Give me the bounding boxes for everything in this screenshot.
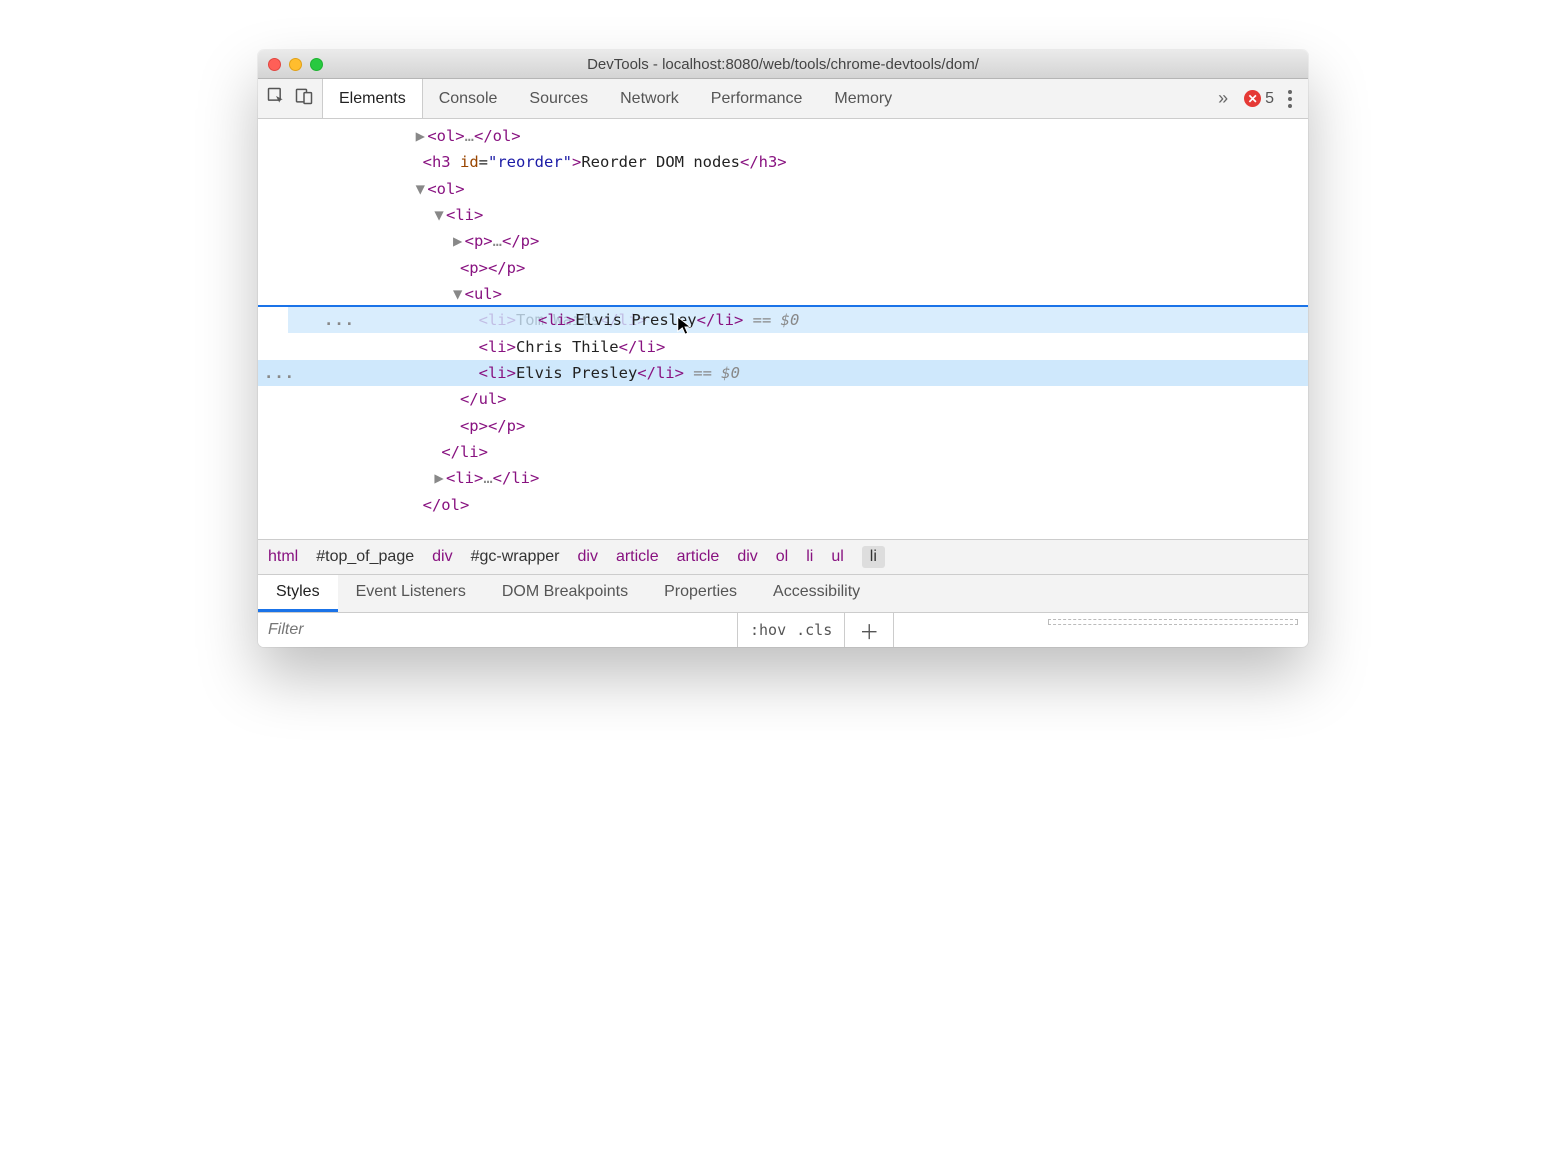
subtab-eventlisteners[interactable]: Event Listeners (338, 575, 484, 612)
tab-performance[interactable]: Performance (695, 79, 819, 118)
close-icon[interactable] (268, 58, 281, 71)
cls-toggle[interactable]: .cls (796, 621, 832, 639)
tree-line[interactable]: ▼<ul> (258, 281, 1308, 307)
dom-tree[interactable]: ▶<ol>…</ol> <h3 id="reorder">Reorder DOM… (258, 119, 1308, 539)
tree-line[interactable]: </li> (258, 439, 1308, 465)
crumb-html[interactable]: html (268, 548, 298, 566)
error-count: 5 (1265, 90, 1274, 108)
traffic-lights (268, 58, 323, 71)
tree-line[interactable]: <p></p> (258, 413, 1308, 439)
selected-node[interactable]: ... <li>Elvis Presley</li> == $0 (258, 360, 1308, 386)
tree-line[interactable]: <h3 id="reorder">Reorder DOM nodes</h3> (258, 149, 1308, 175)
toolbar-right: » ✕ 5 (1200, 79, 1308, 118)
toolbar-left (258, 79, 323, 118)
breadcrumb: html #top_of_page div #gc-wrapper div ar… (258, 539, 1308, 574)
overflow-icon[interactable]: » (1212, 88, 1234, 109)
box-model-pane (893, 613, 1308, 647)
styles-pane-tabs: Styles Event Listeners DOM Breakpoints P… (258, 574, 1308, 612)
minimize-icon[interactable] (289, 58, 302, 71)
crumb-div2[interactable]: div (578, 548, 598, 566)
tree-line[interactable]: ▶<li>…</li> (258, 465, 1308, 491)
tab-network[interactable]: Network (604, 79, 695, 118)
tab-console[interactable]: Console (423, 79, 514, 118)
zoom-icon[interactable] (310, 58, 323, 71)
main-toolbar: Elements Console Sources Network Perform… (258, 79, 1308, 119)
crumb-div3[interactable]: div (737, 548, 757, 566)
crumb-ol[interactable]: ol (776, 548, 788, 566)
crumb-article[interactable]: article (616, 548, 659, 566)
mouse-cursor-icon (676, 315, 694, 337)
devtools-window: DevTools - localhost:8080/web/tools/chro… (258, 50, 1308, 647)
filter-input[interactable] (258, 613, 738, 647)
new-style-button[interactable]: ＋ (845, 613, 893, 647)
hov-cls-toggles: :hov .cls (738, 613, 845, 647)
subtab-styles[interactable]: Styles (258, 575, 338, 612)
tree-line[interactable]: <p></p> (258, 255, 1308, 281)
tree-line[interactable]: ▶<ol>…</ol> (258, 123, 1308, 149)
subtab-properties[interactable]: Properties (646, 575, 755, 612)
main-tabs: Elements Console Sources Network Perform… (323, 79, 1200, 118)
crumb-top[interactable]: #top_of_page (316, 548, 414, 566)
crumb-gc[interactable]: #gc-wrapper (471, 548, 560, 566)
crumb-div[interactable]: div (432, 548, 452, 566)
tab-memory[interactable]: Memory (818, 79, 908, 118)
crumb-li-current[interactable]: li (862, 546, 885, 568)
tree-line[interactable]: </ul> (258, 386, 1308, 412)
subtab-dombreakpoints[interactable]: DOM Breakpoints (484, 575, 646, 612)
styles-filter-bar: :hov .cls ＋ (258, 612, 1308, 647)
tree-line[interactable]: </ol> (258, 492, 1308, 518)
tree-line[interactable]: ▼<ol> (258, 176, 1308, 202)
kebab-menu-icon[interactable] (1284, 86, 1296, 112)
tree-line[interactable]: ▼<li> (258, 202, 1308, 228)
crumb-ul[interactable]: ul (831, 548, 843, 566)
inspect-icon[interactable] (266, 86, 286, 111)
crumb-article2[interactable]: article (677, 548, 720, 566)
hov-toggle[interactable]: :hov (750, 621, 786, 639)
subtab-accessibility[interactable]: Accessibility (755, 575, 878, 612)
error-badge[interactable]: ✕ 5 (1244, 90, 1274, 108)
titlebar: DevTools - localhost:8080/web/tools/chro… (258, 50, 1308, 79)
tree-line[interactable]: ▶<p>…</p> (258, 228, 1308, 254)
drag-ghost-row: ... <li>Elvis Presley</li> == $0 (288, 307, 1308, 333)
device-toggle-icon[interactable] (294, 86, 314, 111)
error-icon: ✕ (1244, 90, 1261, 107)
tab-elements[interactable]: Elements (322, 79, 423, 118)
box-model-outline (1048, 619, 1298, 625)
tab-sources[interactable]: Sources (513, 79, 604, 118)
tree-line[interactable]: <li>Chris Thile</li> (258, 334, 1308, 360)
crumb-li[interactable]: li (806, 548, 813, 566)
window-title: DevTools - localhost:8080/web/tools/chro… (258, 56, 1308, 73)
